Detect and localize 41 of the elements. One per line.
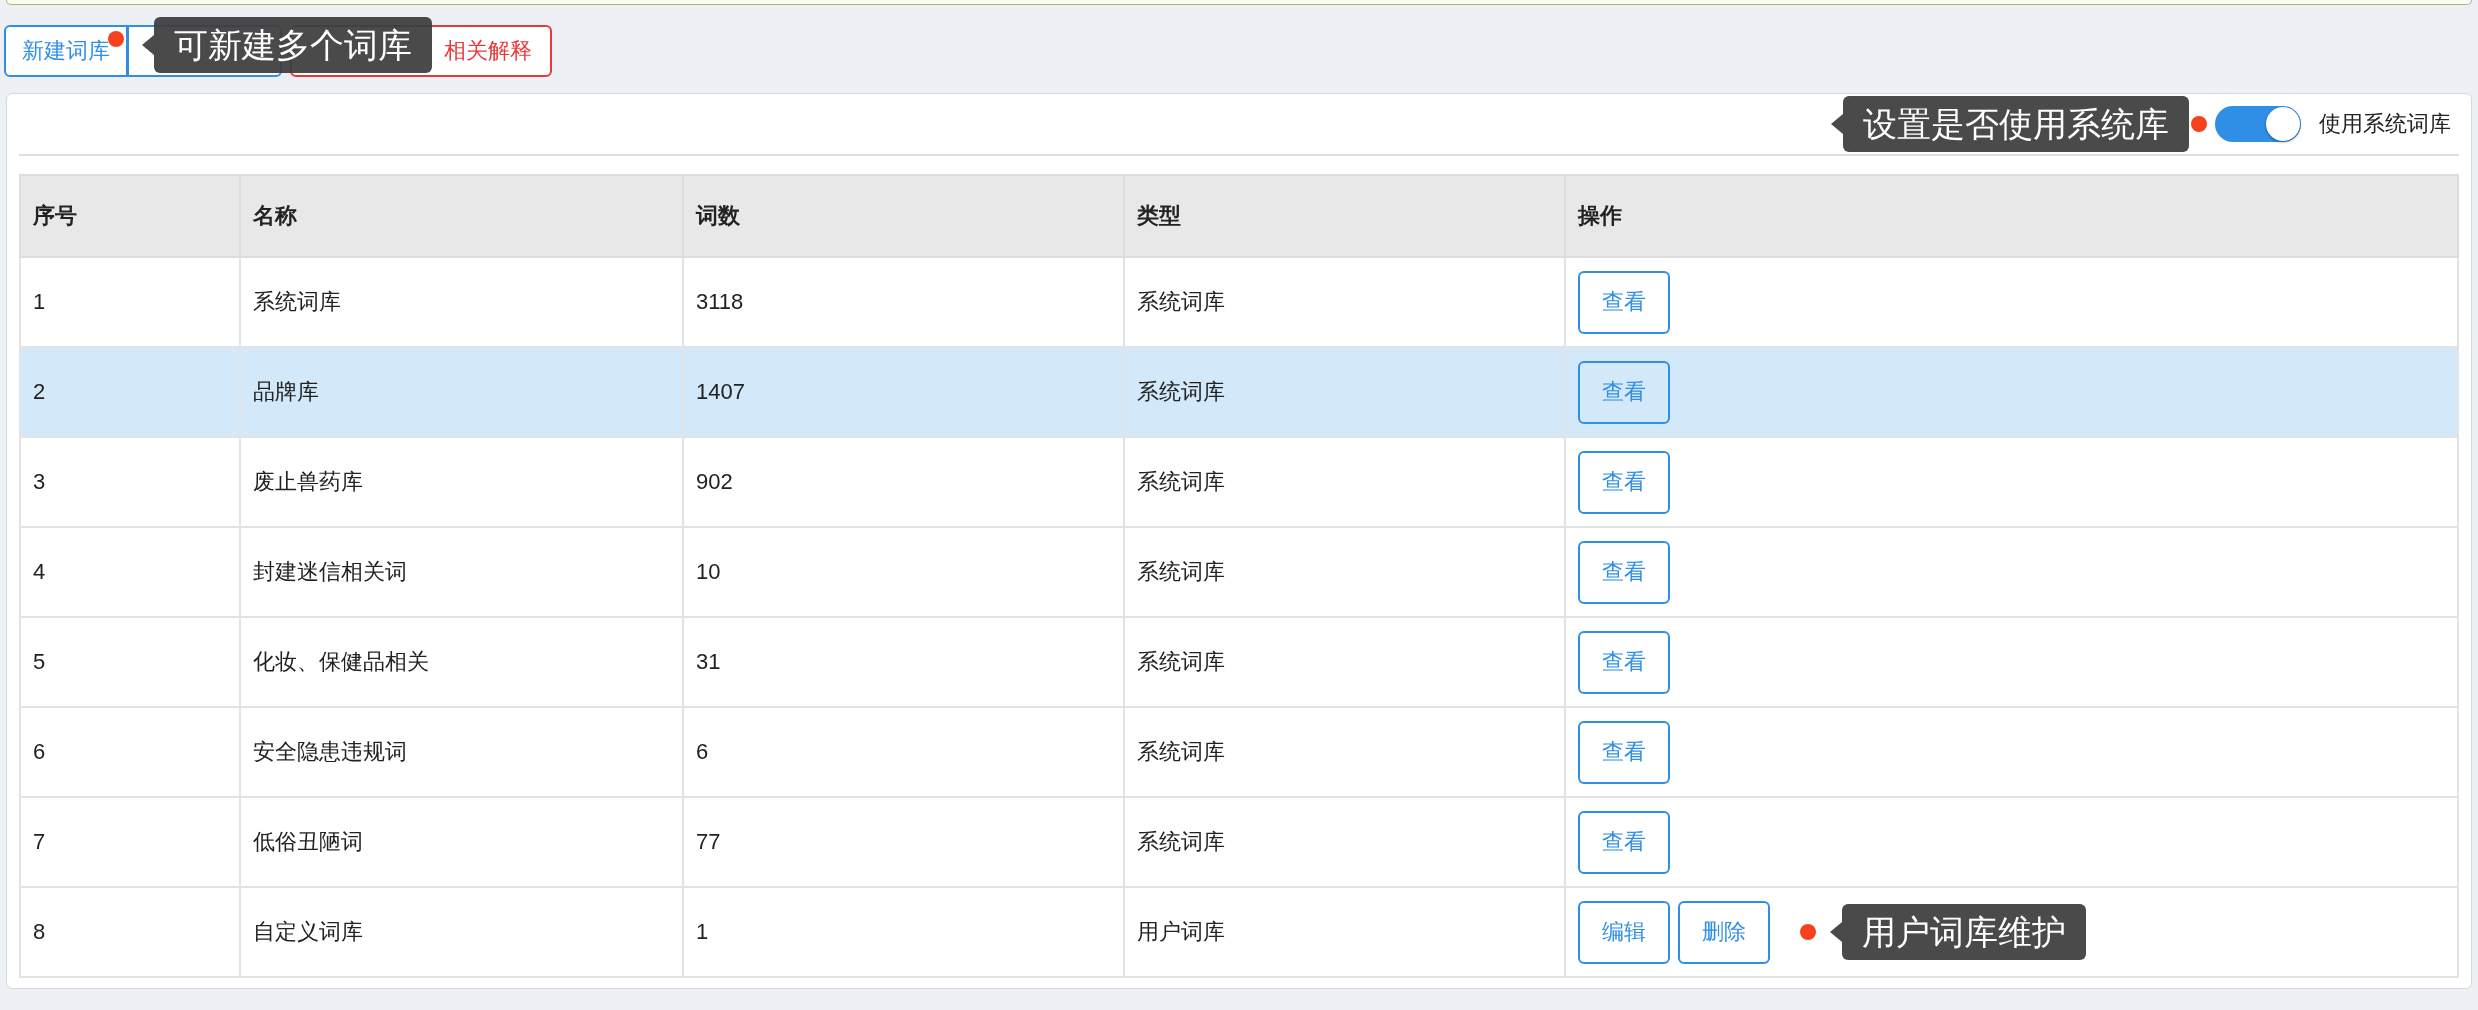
column-header: 序号: [20, 175, 240, 257]
table-cell: 封建迷信相关词: [253, 559, 407, 584]
table-cell: 系统词库: [1137, 289, 1225, 314]
column-header: 类型: [1124, 175, 1565, 257]
table-cell: 品牌库: [253, 379, 319, 404]
table-cell: 1: [33, 289, 46, 314]
table-cell: 系统词库: [1137, 739, 1225, 764]
table-cell: 系统词库: [1137, 379, 1225, 404]
toggle-label: 使用系统词库: [2319, 110, 2451, 138]
table-cell: 2: [33, 379, 46, 404]
table-cell: 3: [33, 469, 46, 494]
tooltip: 可新建多个词库: [142, 17, 432, 73]
table-cell: 系统词库: [1137, 469, 1225, 494]
table-cell: 7: [33, 829, 46, 854]
column-header: 操作: [1565, 175, 2458, 257]
table-cell: 低俗丑陋词: [253, 829, 363, 854]
table-cell: 902: [696, 469, 733, 494]
table-cell: 5: [33, 649, 46, 674]
table-cell: 8: [33, 919, 46, 944]
table-cell: 10: [696, 559, 721, 584]
table-cell: 用户词库: [1137, 919, 1225, 944]
table-cell: 系统词库: [1137, 559, 1225, 584]
table-cell: 77: [696, 829, 721, 854]
table-cell: 6: [696, 739, 709, 764]
table-cell: 1407: [696, 379, 745, 404]
table-cell: 废止兽药库: [253, 469, 363, 494]
table-cell: 31: [696, 649, 721, 674]
table-cell: 1: [696, 919, 709, 944]
table-cell: 系统词库: [1137, 829, 1225, 854]
table-cell: 4: [33, 559, 46, 584]
table-cell: 系统词库: [253, 289, 341, 314]
tooltip: 设置是否使用系统库: [1831, 96, 2189, 152]
column-header: 词数: [683, 175, 1124, 257]
table-cell: 系统词库: [1137, 649, 1225, 674]
column-header: 名称: [240, 175, 683, 257]
table-cell: 3118: [696, 289, 744, 314]
tooltip: 用户词库维护: [1830, 904, 2086, 960]
table-cell: 6: [33, 739, 46, 764]
table-cell: 化妆、保健品相关: [253, 649, 429, 674]
table-cell: 自定义词库: [253, 919, 363, 944]
table-cell: 安全隐患违规词: [253, 739, 407, 764]
